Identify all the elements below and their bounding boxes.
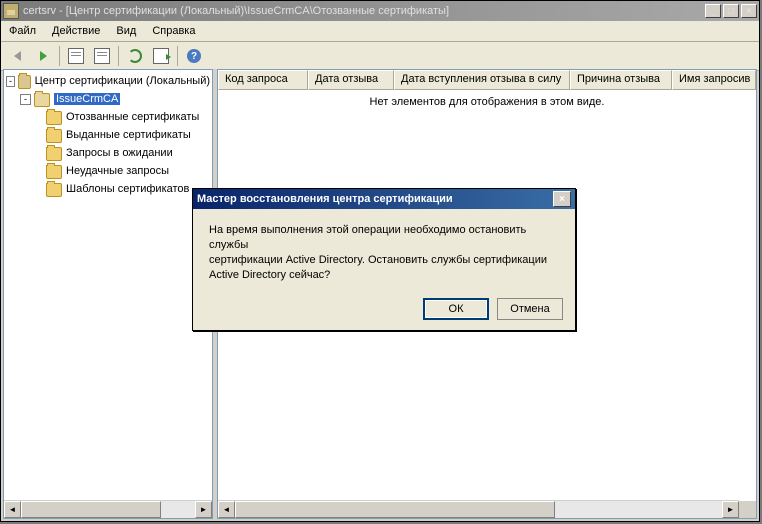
tree-item-failed[interactable]: Неудачные запросы [6, 162, 210, 180]
titlebar: certsrv - [Центр сертификации (Локальный… [1, 1, 759, 21]
folder-icon [46, 165, 62, 179]
close-button[interactable]: × [741, 4, 757, 18]
tree[interactable]: - Центр сертификации (Локальный) - Issue… [4, 70, 212, 200]
window-controls: _ □ × [705, 4, 757, 18]
scroll-thumb[interactable] [235, 501, 555, 518]
forward-button[interactable] [31, 44, 55, 68]
cancel-button[interactable]: Отмена [497, 298, 563, 320]
toolbar-separator [59, 46, 60, 66]
scroll-left-button[interactable]: ◄ [218, 501, 235, 518]
tree-item-label: Неудачные запросы [66, 165, 169, 177]
dialog-text-line: На время выполнения этой операции необхо… [209, 224, 526, 251]
list-button[interactable] [90, 44, 114, 68]
app-name: certsrv [23, 5, 56, 17]
app-icon [3, 3, 19, 19]
window-title: certsrv - [Центр сертификации (Локальный… [23, 5, 705, 17]
dialog-title: Мастер восстановления центра сертификаци… [197, 193, 553, 205]
scroll-track[interactable] [161, 501, 195, 518]
menu-help[interactable]: Справка [144, 23, 203, 39]
folder-icon [18, 75, 31, 89]
help-icon: ? [187, 49, 201, 63]
tree-item-label: Отозванные сертификаты [66, 111, 199, 123]
list-header: Код запроса Дата отзыва Дата вступления … [218, 70, 756, 90]
col-requester[interactable]: Имя запросив [672, 70, 756, 90]
scroll-right-button[interactable]: ► [195, 501, 212, 518]
toolbar-separator [177, 46, 178, 66]
dialog-text-line: сертификации Active Directory. Остановит… [209, 254, 547, 266]
tree-item-pending[interactable]: Запросы в ожидании [6, 144, 210, 162]
arrow-left-icon [14, 51, 21, 61]
restore-wizard-dialog: Мастер восстановления центра сертификаци… [192, 188, 576, 331]
collapse-icon[interactable]: - [20, 94, 31, 105]
tree-ca[interactable]: - IssueCrmCA [6, 90, 210, 108]
menu-action[interactable]: Действие [44, 23, 108, 39]
refresh-button[interactable] [123, 44, 147, 68]
export-button[interactable] [149, 44, 173, 68]
tree-root-label: Центр сертификации (Локальный) [35, 75, 210, 87]
refresh-icon [128, 49, 142, 63]
export-icon [153, 48, 169, 64]
minimize-button[interactable]: _ [705, 4, 721, 18]
scroll-thumb[interactable] [21, 501, 161, 518]
ok-button[interactable]: ОК [423, 298, 489, 320]
content-hscrollbar[interactable]: ◄ ► [218, 500, 739, 518]
tree-item-revoked[interactable]: Отозванные сертификаты [6, 108, 210, 126]
toolbar-separator [118, 46, 119, 66]
empty-message: Нет элементов для отображения в этом вид… [218, 96, 756, 108]
tree-root[interactable]: - Центр сертификации (Локальный) [6, 72, 210, 90]
list-icon [94, 48, 110, 64]
properties-button[interactable] [64, 44, 88, 68]
tree-item-label: Шаблоны сертификатов [66, 183, 189, 195]
folder-icon [46, 129, 62, 143]
folder-icon [46, 183, 62, 197]
menu-view[interactable]: Вид [108, 23, 144, 39]
scroll-left-button[interactable]: ◄ [4, 501, 21, 518]
folder-icon [46, 111, 62, 125]
menubar: Файл Действие Вид Справка [1, 21, 759, 42]
col-reason[interactable]: Причина отзыва [570, 70, 672, 90]
dialog-buttons: ОК Отмена [423, 298, 563, 320]
tree-item-label: Выданные сертификаты [66, 129, 191, 141]
tree-item-templates[interactable]: Шаблоны сертификатов [6, 180, 210, 198]
scroll-track[interactable] [555, 501, 722, 518]
dialog-close-button[interactable]: × [553, 191, 571, 207]
tree-item-label: Запросы в ожидании [66, 147, 173, 159]
title-path: [Центр сертификации (Локальный)\IssueCrm… [66, 5, 449, 17]
scroll-right-button[interactable]: ► [722, 501, 739, 518]
tree-item-issued[interactable]: Выданные сертификаты [6, 126, 210, 144]
back-button[interactable] [5, 44, 29, 68]
col-request-id[interactable]: Код запроса [218, 70, 308, 90]
scroll-corner [739, 501, 756, 518]
col-effective-date[interactable]: Дата вступления отзыва в силу [394, 70, 570, 90]
help-button[interactable]: ? [182, 44, 206, 68]
dialog-body: На время выполнения этой операции необхо… [193, 209, 575, 290]
tree-ca-label: IssueCrmCA [54, 93, 120, 105]
ca-icon [34, 93, 50, 107]
col-revoke-date[interactable]: Дата отзыва [308, 70, 394, 90]
collapse-icon[interactable]: - [6, 76, 15, 87]
title-sep: - [56, 5, 66, 17]
folder-icon [46, 147, 62, 161]
tree-hscrollbar[interactable]: ◄ ► [4, 500, 212, 518]
dialog-text-line: Active Directory сейчас? [209, 269, 330, 281]
tree-pane: - Центр сертификации (Локальный) - Issue… [3, 69, 213, 519]
properties-icon [68, 48, 84, 64]
menu-file[interactable]: Файл [1, 23, 44, 39]
arrow-right-icon [40, 51, 47, 61]
toolbar: ? [1, 42, 759, 71]
dialog-titlebar: Мастер восстановления центра сертификаци… [193, 189, 575, 209]
maximize-button[interactable]: □ [723, 4, 739, 18]
